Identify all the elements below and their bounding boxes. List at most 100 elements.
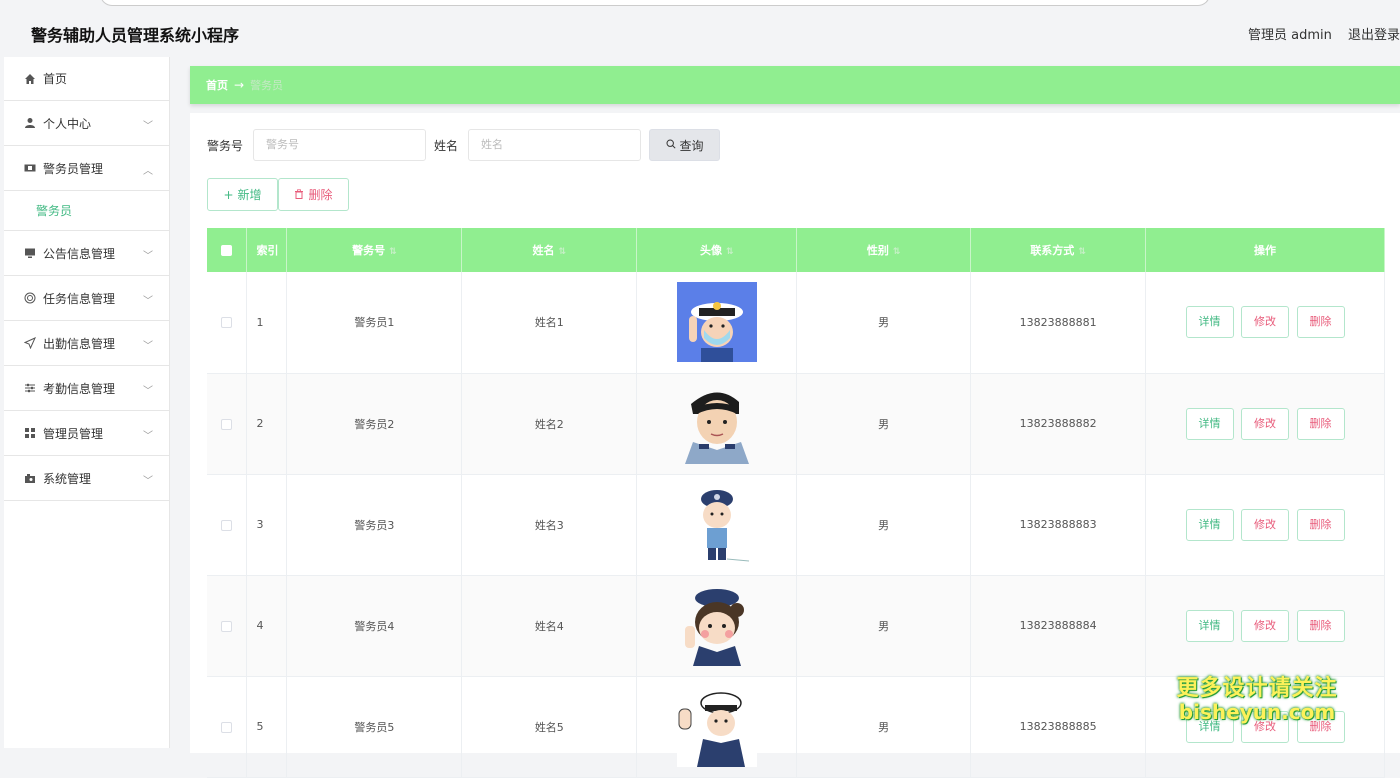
select-all-checkbox[interactable] (221, 245, 233, 256)
row-checkbox[interactable] (221, 721, 233, 733)
col-actions: 操作 (1145, 228, 1385, 272)
chevron-up-icon: ︿ (143, 166, 153, 177)
row-select-cell (207, 676, 248, 778)
chevron-down-icon: ﹀ (143, 121, 153, 132)
chevron-down-icon: ﹀ (143, 476, 153, 487)
officer-no-input[interactable] (253, 129, 427, 161)
cell-phone: 13823888885 (970, 676, 1147, 778)
cell-name: 姓名5 (461, 676, 638, 778)
edit-button[interactable]: 修改 (1241, 407, 1290, 440)
edit-button[interactable]: 修改 (1241, 710, 1290, 743)
delete-button[interactable]: 删除 (1296, 407, 1345, 440)
sidebar-item-officer-management[interactable]: 警务员管理 ︿ (4, 146, 169, 191)
row-checkbox[interactable] (221, 317, 233, 329)
col-avatar[interactable]: 头像 ⇅ (636, 228, 798, 272)
cell-index: 2 (246, 373, 288, 475)
sidebar-item-notice-management[interactable]: 公告信息管理 ﹀ (4, 231, 169, 276)
batch-delete-button[interactable]: 删除 (278, 178, 349, 211)
detail-button[interactable]: 详情 (1185, 508, 1234, 541)
chevron-down-icon: ﹀ (143, 386, 153, 397)
breadcrumb-home[interactable]: 首页 (206, 77, 228, 93)
cell-phone: 13823888882 (970, 373, 1147, 475)
breadcrumb: 首页 → 警务员 (190, 66, 1400, 104)
cell-gender: 男 (796, 272, 972, 374)
monitor-icon (23, 246, 37, 260)
delete-button[interactable]: 删除 (1296, 508, 1345, 541)
cell-officer-no: 警务员1 (286, 272, 463, 374)
sidebar-item-label: 任务信息管理 (43, 291, 116, 306)
cell-actions: 详情 修改 删除 (1145, 474, 1385, 576)
avatar (676, 484, 757, 565)
admin-user-label: 管理员 admin (1248, 28, 1332, 43)
sidebar-item-label: 考勤信息管理 (43, 381, 116, 396)
ticket-icon (23, 161, 37, 175)
main-area: 首页 → 警务员 警务号 姓名 查询 + 新增 (190, 66, 1400, 778)
edit-button[interactable]: 修改 (1241, 609, 1290, 642)
sidebar-item-checkin-management[interactable]: 考勤信息管理 ﹀ (4, 366, 169, 411)
search-button[interactable]: 查询 (649, 129, 721, 161)
sidebar-item-label: 公告信息管理 (43, 246, 116, 261)
col-name[interactable]: 姓名 ⇅ (461, 228, 638, 272)
sidebar-subitem-officer[interactable]: 警务员 (4, 191, 169, 231)
delete-button[interactable]: 删除 (1296, 306, 1345, 339)
search-form: 警务号 姓名 查询 (207, 129, 721, 161)
sidebar-item-attendance-management[interactable]: 出勤信息管理 ﹀ (4, 321, 169, 366)
cell-officer-no: 警务员2 (286, 373, 463, 475)
edit-button[interactable]: 修改 (1241, 306, 1290, 339)
cell-gender: 男 (796, 575, 972, 677)
row-checkbox[interactable] (221, 620, 233, 632)
cell-index: 5 (246, 676, 288, 778)
grid-icon (23, 426, 37, 440)
row-checkbox[interactable] (221, 418, 233, 430)
sidebar-item-label: 出勤信息管理 (43, 336, 116, 351)
cell-phone: 13823888884 (970, 575, 1147, 677)
delete-button[interactable]: 删除 (1296, 710, 1345, 743)
detail-button[interactable]: 详情 (1185, 710, 1234, 743)
row-select-cell (207, 373, 248, 475)
cell-name: 姓名4 (461, 575, 638, 677)
col-officer-no[interactable]: 警务号 ⇅ (286, 228, 463, 272)
row-select-cell (207, 272, 248, 374)
batch-delete-button-label: 删除 (308, 188, 333, 202)
sidebar-item-system-management[interactable]: 系统管理 ﹀ (4, 456, 169, 501)
avatar (676, 585, 757, 666)
cell-officer-no: 警务员3 (286, 474, 463, 576)
camera-icon (23, 471, 37, 485)
logout-link[interactable]: 退出登录 (1348, 24, 1400, 43)
add-button[interactable]: + 新增 (207, 178, 278, 211)
delete-button[interactable]: 删除 (1296, 609, 1345, 642)
col-phone[interactable]: 联系方式 ⇅ (970, 228, 1147, 272)
select-all-cell (207, 228, 248, 272)
name-input[interactable] (468, 129, 642, 161)
target-icon (23, 291, 37, 305)
cell-name: 姓名3 (461, 474, 638, 576)
col-gender[interactable]: 性别 ⇅ (796, 228, 972, 272)
arrow-right-icon: → (234, 78, 245, 92)
avatar (676, 686, 757, 767)
row-checkbox[interactable] (221, 519, 233, 531)
col-gender-label: 性别 (866, 244, 889, 257)
action-bar: + 新增 删除 (207, 178, 349, 211)
sidebar-item-label: 警务员管理 (43, 161, 104, 176)
trash-icon (294, 188, 304, 202)
avatar (676, 282, 757, 363)
detail-button[interactable]: 详情 (1185, 306, 1234, 339)
sidebar-item-home[interactable]: 首页 (4, 57, 169, 101)
cell-avatar (636, 676, 798, 778)
sidebar-item-label: 系统管理 (43, 471, 92, 486)
cell-officer-no: 警务员4 (286, 575, 463, 677)
sidebar-item-task-management[interactable]: 任务信息管理 ﹀ (4, 276, 169, 321)
send-icon (23, 336, 37, 350)
app-title: 警务辅助人员管理系统小程序 (31, 26, 240, 45)
detail-button[interactable]: 详情 (1185, 609, 1234, 642)
cell-phone: 13823888881 (970, 272, 1147, 374)
detail-button[interactable]: 详情 (1185, 407, 1234, 440)
avatar (676, 383, 757, 464)
user-icon (23, 116, 37, 130)
sidebar-item-personal-center[interactable]: 个人中心 ﹀ (4, 101, 169, 146)
cell-actions: 详情 修改 删除 (1145, 272, 1385, 374)
edit-button[interactable]: 修改 (1241, 508, 1290, 541)
sidebar-item-admin-management[interactable]: 管理员管理 ﹀ (4, 411, 169, 456)
cell-index: 4 (246, 575, 288, 677)
cell-index: 3 (246, 474, 288, 576)
